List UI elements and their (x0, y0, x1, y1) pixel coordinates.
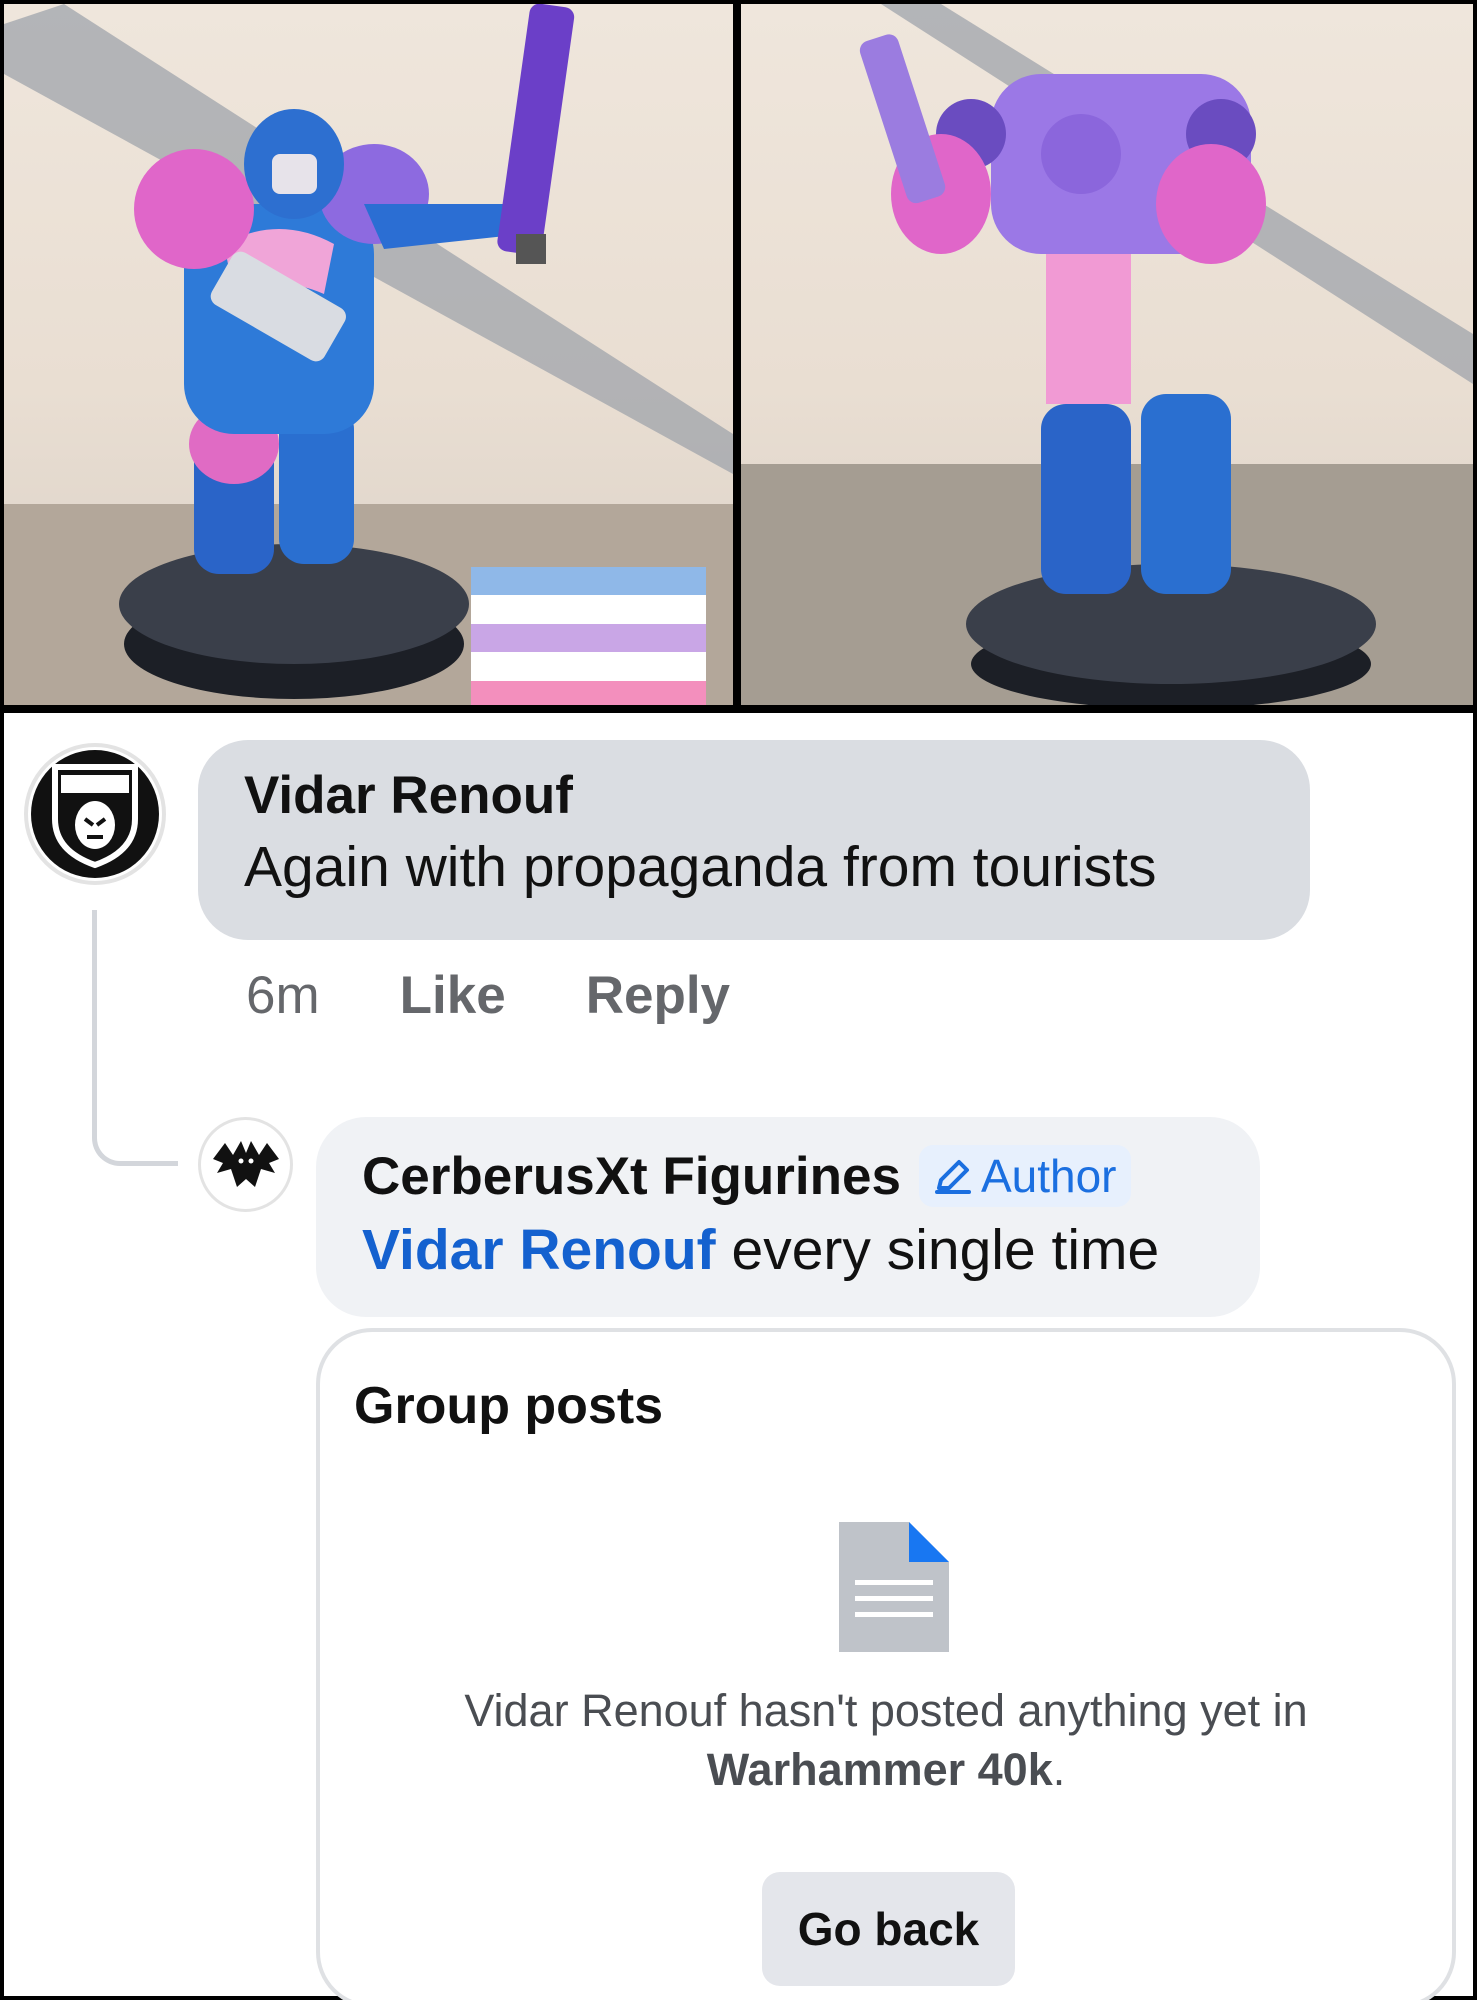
cerberus-logo-icon (212, 1140, 279, 1187)
reply-button[interactable]: Reply (586, 965, 730, 1026)
comment-text: Again with propaganda from tourists (244, 834, 1157, 899)
comment-author[interactable]: Vidar Renouf (244, 766, 1264, 827)
comment-actions: 6m Like Reply (246, 965, 730, 1026)
comment-timestamp[interactable]: 6m (246, 965, 320, 1026)
group-name: Warhammer 40k (706, 1743, 1053, 1795)
like-button[interactable]: Like (400, 965, 506, 1026)
photo-back-view[interactable] (741, 4, 1473, 705)
miniature-back-image (741, 4, 1473, 705)
flag-stripe (471, 567, 706, 596)
card-title: Group posts (354, 1377, 664, 1435)
thread-connector-line (92, 910, 178, 1166)
flag-stripe (471, 652, 706, 681)
empty-state-message: Vidar Renouf hasn't posted anything yet … (320, 1682, 1452, 1799)
go-back-button[interactable]: Go back (762, 1872, 1015, 1986)
flag-stripe (471, 623, 706, 653)
comment-bubble[interactable]: Vidar Renouf Again with propaganda from … (198, 740, 1310, 940)
mention-link[interactable]: Vidar Renouf (362, 1218, 716, 1282)
sting-shield-icon (52, 764, 138, 869)
photo-front-view[interactable] (4, 4, 733, 705)
group-posts-card: Group posts Vidar Renouf hasn't posted a… (316, 1328, 1456, 2000)
document-icon (839, 1522, 949, 1652)
reply-bubble[interactable]: CerberusXt Figurines Author Vidar Renouf… (316, 1117, 1260, 1317)
reply-author[interactable]: CerberusXt Figurines (362, 1146, 901, 1207)
avatar[interactable] (198, 1117, 293, 1212)
avatar[interactable] (24, 743, 166, 885)
author-badge: Author (918, 1145, 1131, 1207)
author-badge-label: Author (980, 1150, 1117, 1202)
message-suffix: . (1052, 1743, 1066, 1795)
reply-text: every single time (715, 1218, 1160, 1282)
flag-stripe (471, 680, 706, 705)
empty-state-text: Vidar Renouf hasn't posted anything yet … (464, 1685, 1308, 1736)
flag-stripe (471, 595, 706, 624)
pride-flag (471, 567, 706, 705)
pencil-icon (934, 1160, 971, 1194)
